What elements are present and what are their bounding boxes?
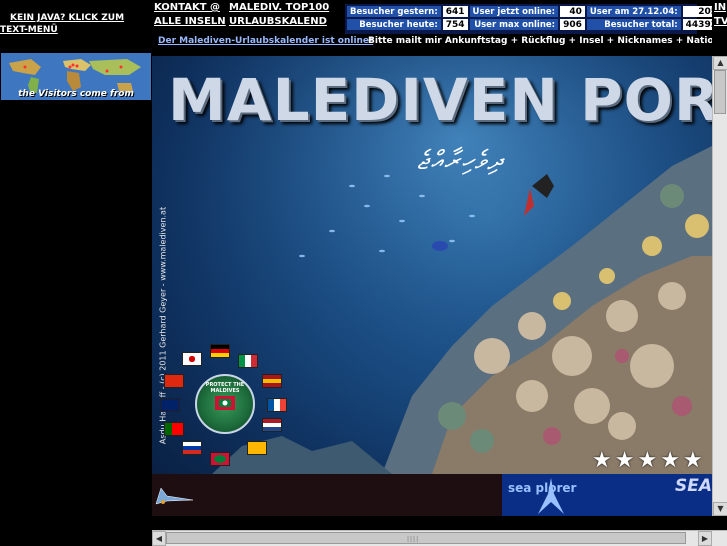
flag-italy-icon[interactable] (238, 354, 258, 368)
nav-urlaubskalender[interactable]: URLAUBSKALEND (229, 15, 327, 29)
text-menu-link[interactable]: KEIN JAVA? KLICK ZUM TEXT-MENÜ (0, 12, 150, 36)
scroll-thumb-horizontal[interactable]: |||| (166, 532, 686, 544)
scroll-grip-icon: |||| (407, 536, 420, 543)
maldives-flag-icon (215, 396, 235, 410)
scroll-right-arrow[interactable]: ▶ (698, 531, 712, 546)
flag-china-icon[interactable] (164, 374, 184, 388)
stat-label: User max online: (469, 19, 559, 30)
mail-notice: Bitte mailt mir Ankunftstag + Rückflug +… (368, 36, 727, 46)
stat-value: 906 (560, 19, 585, 30)
copyright-text: Asdu Hauruff - (c) 2011 Gerhard Geyer - … (158, 206, 168, 445)
flag-france-icon[interactable] (267, 398, 287, 412)
star-icon: ★ (614, 448, 635, 473)
calendar-online-link[interactable]: Der Malediven-Urlaubskalender ist online… (158, 36, 373, 46)
page-title: MALEDIVEN POR (168, 66, 712, 134)
star-icon: ★ (637, 448, 658, 473)
thaana-script-text: ދިވެހިރާއްޖެ (417, 146, 504, 176)
banner-image[interactable]: MALEDIVEN POR ދިވެހިރާއްޖެ Asdu Hauruff … (152, 56, 712, 516)
horizontal-scrollbar[interactable]: ◀ |||| ▶ (152, 530, 727, 546)
flag-japan-icon[interactable] (182, 352, 202, 366)
nav-alle-inseln[interactable]: ALLE INSELN (154, 15, 226, 29)
flag-germany-icon[interactable] (210, 344, 230, 358)
stat-value: 40 (560, 6, 585, 17)
star-icon: ★ (660, 448, 680, 473)
stat-label: Besucher gestern: (347, 6, 441, 17)
flag-maldives-icon[interactable] (210, 452, 230, 466)
scroll-up-arrow[interactable]: ▲ (713, 56, 727, 70)
visitor-stats: Besucher gestern: 641 User jetzt online:… (345, 4, 727, 34)
visitor-map-caption: the Visitors come from (18, 89, 134, 99)
nav-top100[interactable]: MALEDIV. TOP100 (229, 1, 329, 15)
scroll-down-arrow[interactable]: ▼ (713, 502, 727, 516)
seaxplorer-banner[interactable]: sea plorer SEA (502, 474, 712, 516)
nav-right-cut-2[interactable]: TV (714, 15, 727, 29)
protect-maldives-emblem[interactable]: PROTECT THE MALDIVES (195, 374, 255, 434)
diver-icon (538, 478, 564, 514)
stat-label: User am 27.12.04: (586, 6, 681, 17)
manta-ray-icon[interactable] (154, 476, 194, 516)
scroll-thumb-vertical[interactable] (714, 70, 726, 114)
stat-label: Besucher heute: (347, 19, 441, 30)
stat-label: Besucher total: (586, 19, 681, 30)
flag-spain-icon[interactable] (262, 374, 282, 388)
nav-kontakt[interactable]: KONTAKT @ (154, 1, 220, 15)
flag-sri-lanka-icon[interactable] (247, 441, 267, 455)
flag-russia-icon[interactable] (182, 441, 202, 455)
nav-right-cut-1[interactable]: IN (714, 1, 726, 15)
vertical-scrollbar[interactable]: ▲ ▼ (712, 56, 727, 516)
flag-uk-icon[interactable] (160, 398, 180, 412)
star-icon: ★ (682, 448, 703, 473)
banner-bottom-strip: sea plorer SEA (152, 474, 712, 516)
flag-portugal-icon[interactable] (164, 422, 184, 436)
stat-label: User jetzt online: (469, 6, 559, 17)
sea-text: SEA (674, 476, 712, 496)
star-icon: ★ (592, 448, 612, 473)
flag-netherlands-icon[interactable] (262, 418, 282, 432)
visitor-map[interactable]: the Visitors come from (1, 53, 151, 100)
scroll-left-arrow[interactable]: ◀ (152, 531, 166, 546)
stat-value: 754 (442, 19, 468, 30)
rating-stars: ★ ★ ★ ★ ★ (592, 448, 706, 473)
stat-value: 641 (442, 6, 468, 17)
